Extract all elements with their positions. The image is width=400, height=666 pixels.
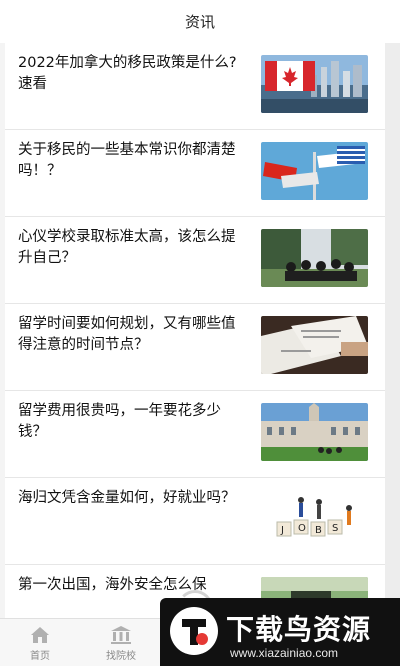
tab-find-university[interactable]: 找院校	[96, 619, 146, 666]
article-item[interactable]: 心仪学校录取标准太高，该怎么提升自己？	[5, 217, 385, 304]
article-item[interactable]: 留学时间要如何规划，又有哪些值得注意的时间节点？	[5, 304, 385, 391]
watermark-name: 下载鸟资源	[226, 613, 372, 646]
svg-text:B: B	[315, 525, 322, 536]
graduation-crowd-image	[261, 229, 368, 287]
watermark-url: www.xiazainiao.com	[230, 646, 339, 660]
article-item[interactable]: 关于移民的一些基本常识你都清楚吗！？	[5, 130, 385, 217]
article-list[interactable]: 2022年加拿大的移民政策是什么?速看 关于移民的一些基本常识你都清楚吗！？ 心…	[5, 43, 385, 618]
article-title: 留学费用很贵吗，一年要花多少钱？	[18, 403, 221, 440]
svg-text:S: S	[332, 523, 338, 534]
tab-label: 找院校	[106, 650, 136, 662]
home-icon	[31, 626, 49, 643]
page-title: 资讯	[0, 0, 400, 43]
article-title: 2022年加拿大的移民政策是什么?速看	[18, 55, 237, 92]
university-campus-image	[261, 403, 368, 461]
canada-flag-city-image	[261, 55, 368, 113]
article-item[interactable]: 2022年加拿大的移民政策是什么?速看	[5, 43, 385, 130]
bird-logo-icon	[170, 607, 218, 655]
article-title: 心仪学校录取标准太高，该怎么提升自己？	[18, 229, 236, 266]
article-title: 留学时间要如何规划，又有哪些值得注意的时间节点？	[18, 316, 236, 353]
watermark: 下载鸟资源 www.xiazainiao.com	[160, 598, 400, 666]
article-item[interactable]: 海归文凭含金量如何，好就业吗？ J O B S	[5, 478, 385, 565]
svg-text:J: J	[280, 525, 284, 536]
svg-text:O: O	[298, 523, 306, 534]
tab-home[interactable]: 首页	[18, 619, 62, 666]
china-greece-signpost-image	[261, 142, 368, 200]
article-title: 关于移民的一些基本常识你都清楚吗！？	[18, 142, 236, 179]
scroll-track	[385, 43, 400, 618]
tab-label: 首页	[30, 650, 50, 662]
app-screen: 资讯 2022年加拿大的移民政策是什么?速看 关于移民的一些基本常识你都清楚吗！…	[0, 0, 400, 666]
documents-papers-image	[261, 316, 368, 374]
article-title: 海归文凭含金量如何，好就业吗？	[18, 490, 236, 506]
article-title: 第一次出国，海外安全怎么保	[18, 577, 207, 593]
article-item[interactable]: 留学费用很贵吗，一年要花多少钱？	[5, 391, 385, 478]
university-icon	[111, 625, 131, 644]
jobs-blocks-image: J O B S	[261, 490, 368, 548]
